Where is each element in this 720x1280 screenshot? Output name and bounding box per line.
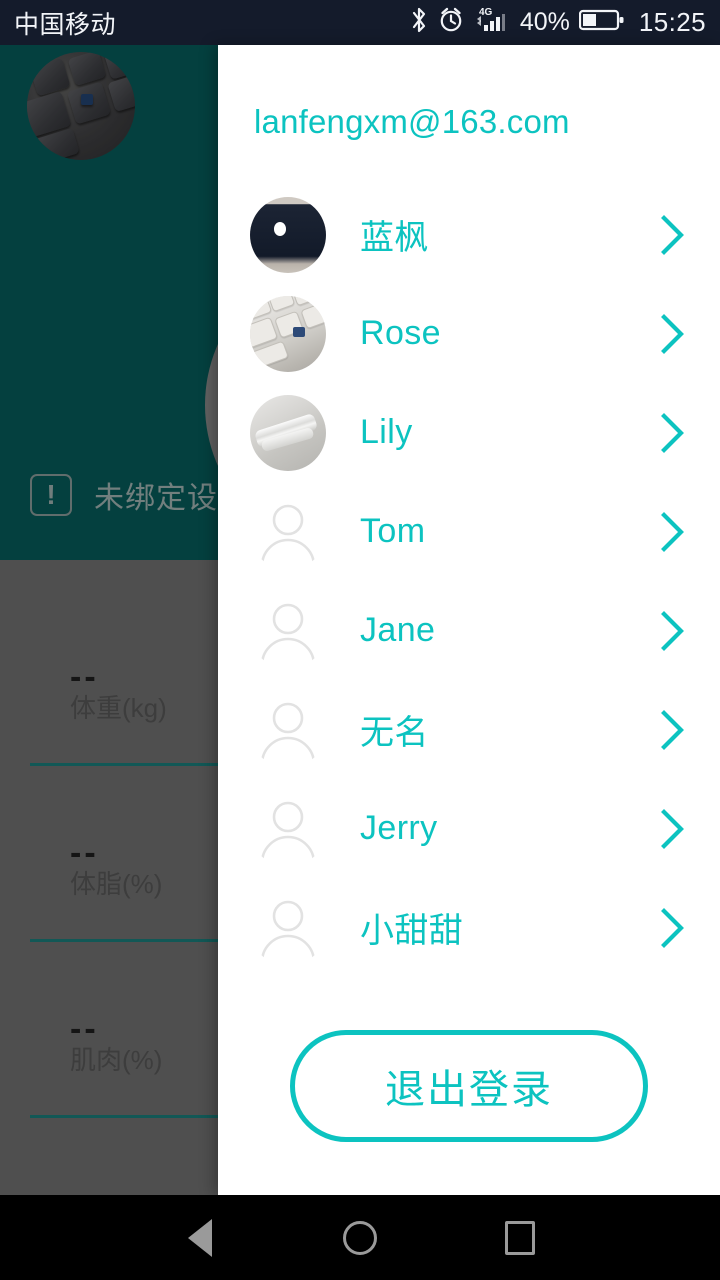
alarm-icon (438, 6, 464, 39)
metric-label: 体脂(%) (70, 869, 163, 899)
user-name-label: 小甜甜 (360, 912, 464, 950)
avatar-placeholder-icon (250, 593, 326, 669)
avatar-placeholder-icon (250, 494, 326, 570)
phone-screen: 中国移动 4G 40% 15:25 ! 未绑定设备 -- 体重(kg) -- 体… (0, 0, 720, 1280)
avatar-placeholder-icon (250, 890, 326, 966)
user-name-label: 蓝枫 (360, 219, 429, 257)
chevron-right-icon (660, 214, 686, 256)
status-bar: 中国移动 4G 40% 15:25 (0, 0, 720, 45)
battery-percent-label: 40% (519, 8, 570, 36)
avatar (250, 295, 326, 372)
nav-home-button[interactable] (280, 1195, 440, 1280)
user-name-label: Jane (360, 611, 436, 649)
home-circle-icon (343, 1220, 377, 1255)
signal-icon: 4G (473, 5, 507, 40)
metric-label: 体重(kg) (70, 693, 167, 723)
nav-recents-button[interactable] (440, 1195, 600, 1280)
user-name-label: 无名 (360, 714, 429, 752)
unbound-device-banner[interactable]: ! 未绑定设备 (30, 473, 249, 517)
user-list-item-tom[interactable]: Tom (218, 482, 720, 581)
avatar (250, 196, 326, 273)
user-list-item-xiaotiantian[interactable]: 小甜甜 (218, 878, 720, 977)
recents-square-icon (505, 1220, 535, 1255)
chevron-right-icon (660, 907, 686, 949)
user-list-item-wuming[interactable]: 无名 (218, 680, 720, 779)
user-list: 蓝枫 Rose Lily Tom Jane 无名 Jerry 小甜甜 (218, 185, 720, 977)
back-triangle-icon (188, 1218, 212, 1257)
chevron-right-icon (660, 313, 686, 355)
user-name-label: Jerry (360, 809, 438, 847)
user-name-label: Lily (360, 413, 413, 451)
chevron-right-icon (660, 808, 686, 850)
user-list-item-lanfeng[interactable]: 蓝枫 (218, 185, 720, 284)
avatar-placeholder-icon (250, 692, 326, 768)
avatar (250, 394, 326, 471)
chevron-right-icon (660, 412, 686, 454)
user-name-label: Rose (360, 314, 441, 352)
nav-back-button[interactable] (120, 1195, 280, 1280)
account-email-label: lanfengxm@163.com (254, 103, 570, 140)
metric-value: -- (70, 658, 99, 696)
metric-value: -- (70, 834, 99, 872)
clock-label: 15:25 (638, 7, 706, 37)
chevron-right-icon (660, 610, 686, 652)
chevron-right-icon (660, 709, 686, 751)
current-user-avatar[interactable] (27, 52, 135, 160)
user-list-item-jerry[interactable]: Jerry (218, 779, 720, 878)
user-name-label: Tom (360, 512, 426, 550)
carrier-label: 中国移动 (14, 10, 117, 39)
avatar-placeholder-icon (250, 791, 326, 867)
metric-value: -- (70, 1010, 99, 1048)
logout-button[interactable]: 退出登录 (290, 1030, 648, 1142)
chevron-right-icon (660, 511, 686, 553)
status-icons-group: 4G 40% 15:25 (409, 5, 706, 40)
android-nav-bar (0, 1195, 720, 1280)
battery-icon (578, 7, 625, 38)
user-list-item-rose[interactable]: Rose (218, 284, 720, 383)
svg-text:4G: 4G (479, 7, 493, 18)
navigation-drawer: lanfengxm@163.com 蓝枫 Rose Lily Tom Jane … (218, 45, 720, 1195)
warning-icon: ! (30, 474, 72, 516)
bluetooth-icon (409, 5, 429, 40)
logout-button-label: 退出登录 (385, 1068, 553, 1112)
user-list-item-jane[interactable]: Jane (218, 581, 720, 680)
user-list-item-lily[interactable]: Lily (218, 383, 720, 482)
metric-label: 肌肉(%) (70, 1045, 163, 1075)
